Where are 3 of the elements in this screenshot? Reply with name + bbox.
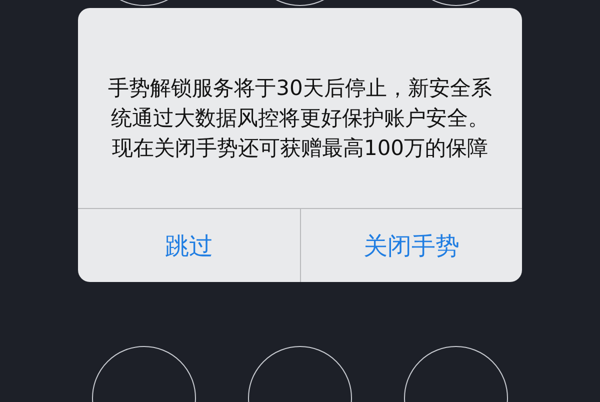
dialog-button[interactable]: 跳过 — [78, 209, 300, 282]
alert-message: 手势解锁服务将于30天后停止，新安全系统通过大数据风控将更好保护账户安全。现在关闭手势还可获赠最高100万的保障 — [107, 75, 493, 162]
dialog-button[interactable]: 关闭手势 — [300, 209, 522, 282]
